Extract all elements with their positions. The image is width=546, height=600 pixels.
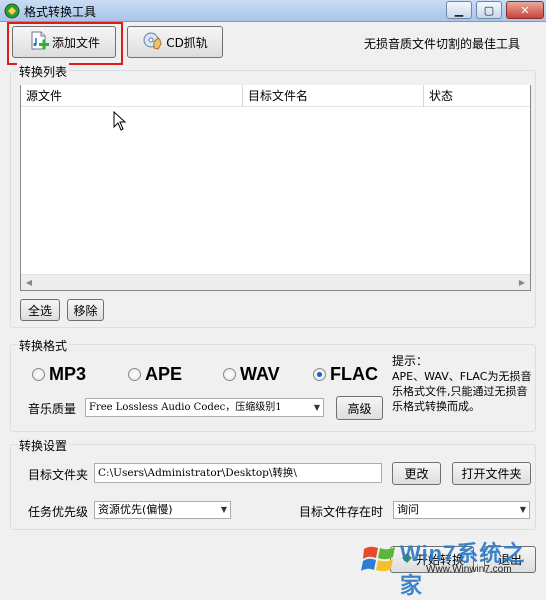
priority-select[interactable]: 资源优先(偏慢) ▼ bbox=[94, 501, 231, 519]
hint-title: 提示： bbox=[392, 354, 429, 368]
priority-value: 资源优先(偏慢) bbox=[98, 503, 173, 516]
cd-rip-label: CD抓轨 bbox=[166, 35, 208, 50]
quality-value: Free Lossless Audio Codec，压缩级别1 bbox=[89, 402, 282, 413]
format-group-title: 转换格式 bbox=[17, 337, 70, 354]
format-option-mp3[interactable]: MP3 bbox=[32, 363, 86, 385]
column-header-source[interactable]: 源文件 bbox=[21, 85, 243, 107]
radio-mp3[interactable] bbox=[32, 367, 45, 381]
target-folder-input[interactable]: C:\Users\Administrator\Desktop\转换\ bbox=[94, 463, 382, 483]
quality-select[interactable]: Free Lossless Audio Codec，压缩级别1 ▼ bbox=[85, 398, 324, 417]
remove-button[interactable]: 移除 bbox=[67, 299, 104, 321]
minimize-button[interactable]: ▁ bbox=[446, 1, 472, 19]
maximize-button[interactable]: ▢ bbox=[476, 1, 502, 19]
close-button[interactable]: ✕ bbox=[506, 1, 544, 19]
cd-hand-icon bbox=[142, 30, 164, 55]
window-title: 格式转换工具 bbox=[24, 5, 97, 19]
select-all-button[interactable]: 全选 bbox=[20, 299, 60, 321]
settings-group-title: 转换设置 bbox=[17, 437, 70, 454]
chevron-down-icon[interactable]: ▼ bbox=[520, 502, 526, 518]
chevron-down-icon[interactable]: ▼ bbox=[221, 502, 227, 518]
format-option-wav[interactable]: WAV bbox=[223, 363, 280, 385]
tagline: 无损音质文件切割的最佳工具 bbox=[364, 37, 521, 51]
priority-label: 任务优先级 bbox=[28, 505, 89, 519]
format-hint: 提示： APE、WAV、FLAC为无损音乐格式文件,只能通过无损音乐格式转换而成… bbox=[392, 354, 532, 414]
quality-label: 音乐质量 bbox=[28, 402, 77, 416]
highlight-box bbox=[7, 22, 123, 65]
format-label-ape: APE bbox=[145, 363, 183, 384]
cd-rip-button[interactable]: CD抓轨 bbox=[127, 26, 223, 58]
format-option-flac[interactable]: FLAC bbox=[313, 363, 378, 385]
scroll-right-icon[interactable]: ▶ bbox=[514, 275, 530, 291]
format-label-wav: WAV bbox=[240, 363, 280, 384]
column-header-status[interactable]: 状态 bbox=[424, 85, 530, 107]
app-icon bbox=[4, 3, 20, 19]
target-folder-label: 目标文件夹 bbox=[28, 468, 89, 482]
file-exists-select[interactable]: 询问 ▼ bbox=[393, 501, 530, 519]
chevron-down-icon[interactable]: ▼ bbox=[314, 399, 320, 416]
hint-text: APE、WAV、FLAC为无损音乐格式文件,只能通过无损音乐格式转换而成。 bbox=[392, 370, 532, 413]
column-header-target[interactable]: 目标文件名 bbox=[243, 85, 424, 107]
file-exists-value: 询问 bbox=[397, 503, 419, 516]
horizontal-scrollbar[interactable]: ◀ ▶ bbox=[21, 274, 530, 290]
advanced-button[interactable]: 高级 bbox=[336, 396, 383, 420]
watermark-url: Www.Winwin7.com bbox=[426, 564, 512, 575]
file-exists-label: 目标文件存在时 bbox=[299, 505, 384, 519]
open-folder-button[interactable]: 打开文件夹 bbox=[452, 462, 531, 485]
conversion-list-title: 转换列表 bbox=[17, 63, 70, 80]
radio-wav[interactable] bbox=[223, 367, 236, 381]
format-label-flac: FLAC bbox=[330, 363, 378, 384]
windows-logo-icon bbox=[361, 546, 395, 572]
file-list[interactable] bbox=[20, 85, 531, 291]
format-option-ape[interactable]: APE bbox=[128, 363, 182, 385]
mouse-cursor-icon bbox=[113, 110, 127, 134]
scroll-left-icon[interactable]: ◀ bbox=[21, 275, 37, 291]
radio-flac[interactable] bbox=[313, 367, 326, 381]
radio-ape[interactable] bbox=[128, 367, 141, 381]
format-label-mp3: MP3 bbox=[49, 363, 87, 384]
change-button[interactable]: 更改 bbox=[392, 462, 441, 485]
